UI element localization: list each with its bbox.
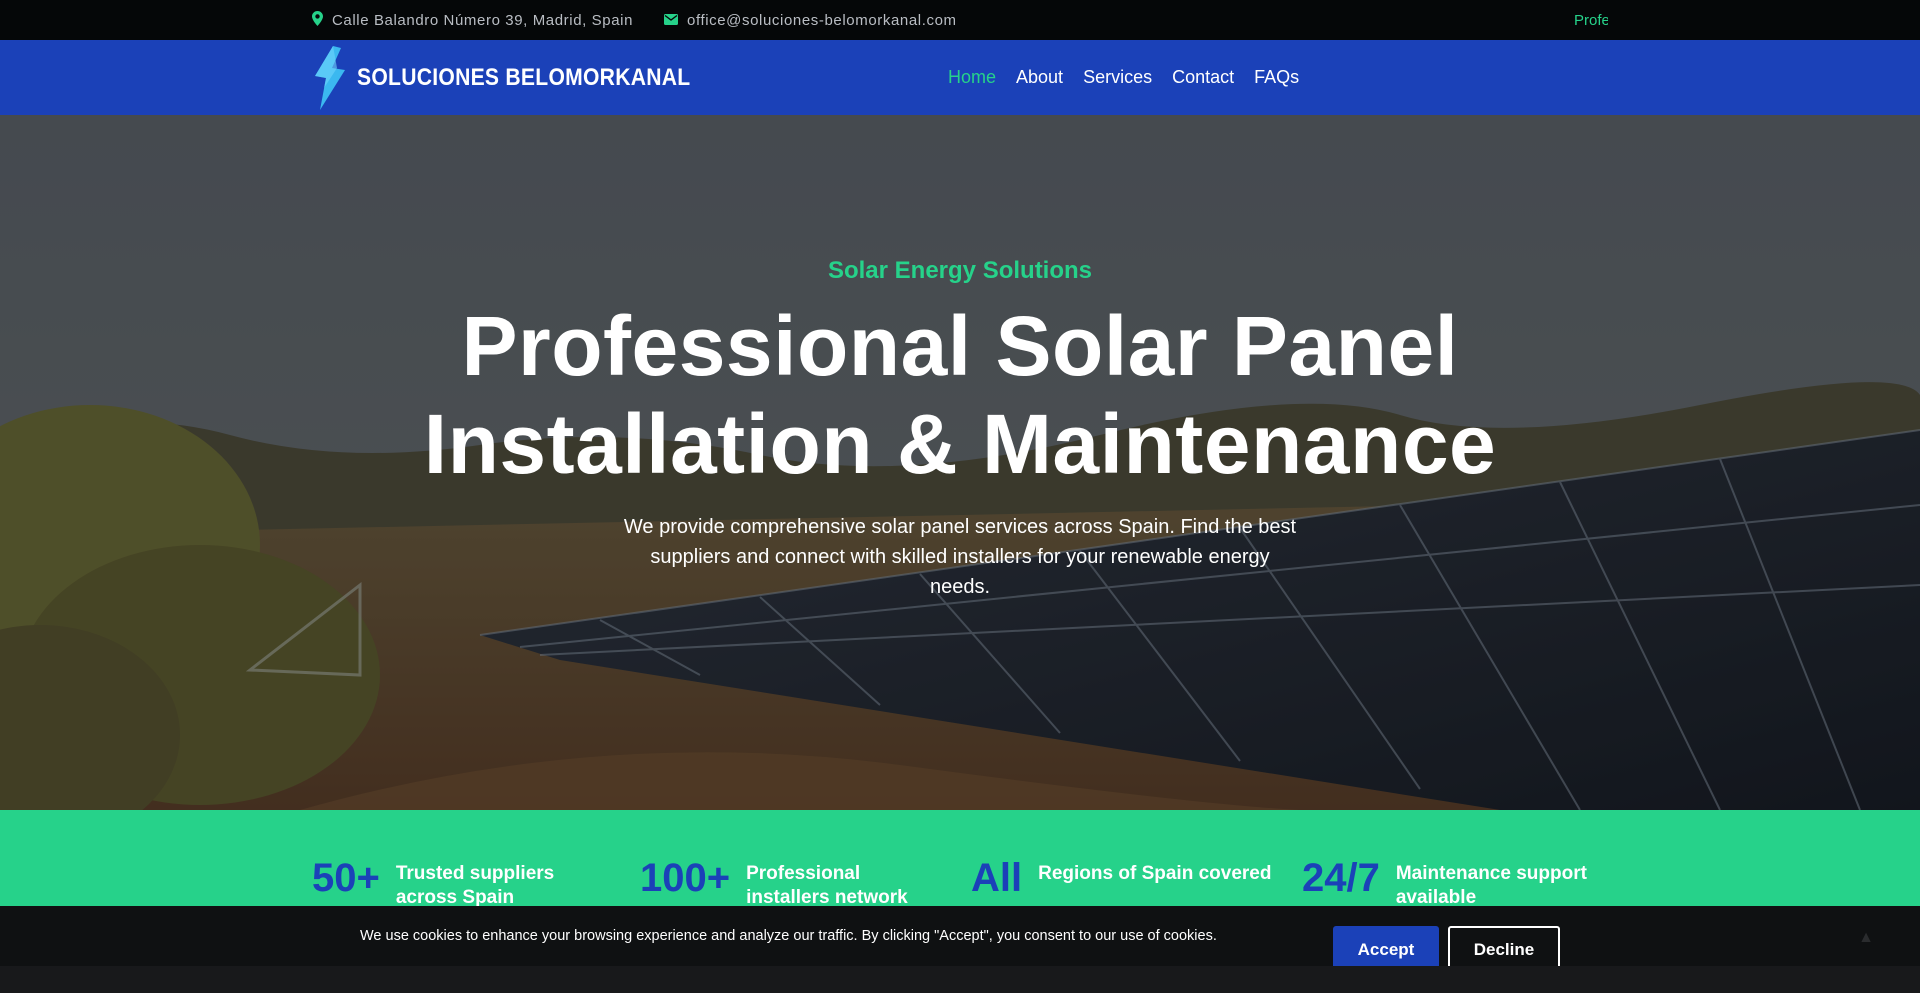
nav-about[interactable]: About <box>1016 67 1063 88</box>
hero-title-line-1: Professional Solar Panel <box>461 299 1459 393</box>
marquee-ticker: Profe <box>1574 11 1608 29</box>
nav-home[interactable]: Home <box>948 67 996 88</box>
site-logo[interactable]: SOLUCIONES BELOMORKANAL <box>311 46 736 110</box>
page-bottom-strip <box>0 966 1920 993</box>
email-link[interactable]: office@soluciones-belomorkanal.com <box>687 12 957 29</box>
main-navbar: SOLUCIONES BELOMORKANAL Home About Servi… <box>0 40 1920 115</box>
nav-contact[interactable]: Contact <box>1172 67 1234 88</box>
stat-installers: 100+ Professional installers network <box>640 858 908 910</box>
stat-number: All <box>971 856 1023 900</box>
address-info: Calle Balandro Número 39, Madrid, Spain <box>312 0 633 40</box>
nav-services[interactable]: Services <box>1083 67 1152 88</box>
envelope-icon <box>664 12 678 29</box>
hero-section: Solar Energy Solutions Professional Sola… <box>0 115 1920 810</box>
top-info-bar: Calle Balandro Número 39, Madrid, Spain … <box>0 0 1920 40</box>
stat-number: 100+ <box>640 856 731 900</box>
lightning-bolt-icon <box>315 46 345 110</box>
nav-faqs[interactable]: FAQs <box>1254 67 1299 88</box>
stat-label: Regions of Spain covered <box>1038 863 1272 884</box>
map-pin-icon <box>312 10 323 30</box>
hero-description: We provide comprehensive solar panel ser… <box>623 516 1297 598</box>
back-to-top-icon[interactable]: ▲ <box>1854 926 1878 950</box>
stat-label: Professional installers network <box>746 863 908 908</box>
address-text: Calle Balandro Número 39, Madrid, Spain <box>332 11 634 29</box>
cookie-banner: We use cookies to enhance your browsing … <box>0 906 1920 974</box>
stat-support: 24/7 Maintenance support available <box>1302 858 1587 910</box>
stat-suppliers: 50+ Trusted suppliers across Spain <box>312 858 554 910</box>
brand-name: SOLUCIONES BELOMORKANAL <box>357 64 691 91</box>
hero-title-line-2: Installation & Maintenance <box>423 397 1497 491</box>
hero-kicker: Solar Energy Solutions <box>827 257 1093 284</box>
stat-regions: All Regions of Spain covered <box>971 858 1271 898</box>
stat-label: Maintenance support available <box>1395 863 1587 908</box>
nav-menu: Home About Services Contact FAQs <box>948 40 1319 115</box>
hero-title: Professional Solar Panel Installation & … <box>0 297 1920 493</box>
stat-number: 50+ <box>312 856 380 900</box>
stat-number: 24/7 <box>1302 856 1380 900</box>
cookie-message: We use cookies to enhance your browsing … <box>360 928 1217 944</box>
stat-label: Trusted suppliers across Spain <box>395 863 555 908</box>
email-info[interactable]: office@soluciones-belomorkanal.com <box>664 0 957 40</box>
